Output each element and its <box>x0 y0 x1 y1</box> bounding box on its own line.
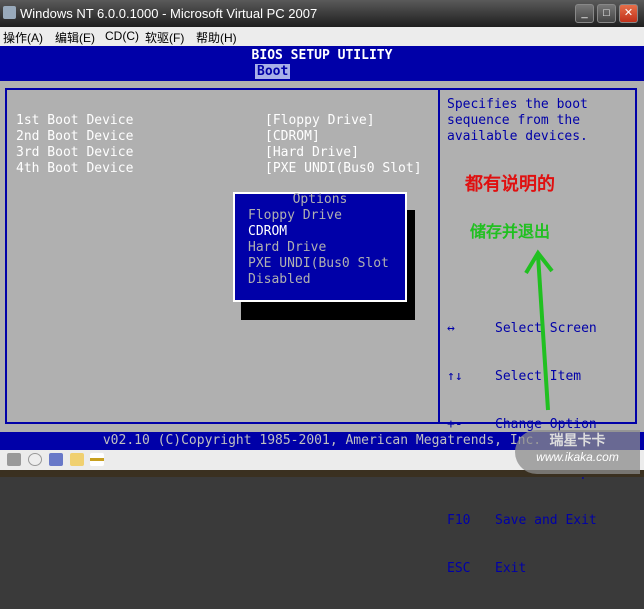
minimize-button[interactable]: _ <box>575 4 594 23</box>
boot-device-label[interactable]: 1st Boot Device <box>16 113 133 128</box>
key-desc: Exit <box>495 561 527 576</box>
watermark-url: www.ikaka.com <box>536 450 619 464</box>
boot-device-label[interactable]: 2nd Boot Device <box>16 129 133 144</box>
cd-icon[interactable] <box>28 453 42 466</box>
key: ↑↓ <box>447 369 463 384</box>
menu-bar: 操作(A) 编辑(E) CD(C) 软驱(F) 帮助(H) <box>0 27 644 46</box>
watermark-brand: 瑞星卡卡 <box>549 432 606 448</box>
bios-title: BIOS SETUP UTILITY <box>251 48 393 63</box>
key: ↔ <box>447 321 455 336</box>
key: F10 <box>447 513 471 528</box>
option-item[interactable]: Floppy Drive <box>248 208 342 223</box>
options-popup[interactable]: Options Floppy Drive CDROM Hard Drive PX… <box>233 192 407 302</box>
annotation-red: 都有说明的 <box>465 174 555 195</box>
menu-edit[interactable]: 编辑(E) <box>55 29 95 46</box>
option-item[interactable]: Hard Drive <box>248 240 326 255</box>
option-item-selected[interactable]: CDROM <box>248 224 287 239</box>
app-icon <box>3 6 16 19</box>
options-title: Options <box>292 192 348 207</box>
option-item[interactable]: Disabled <box>248 272 311 287</box>
key-desc: Save and Exit <box>495 513 597 528</box>
boot-device-value[interactable]: [Hard Drive] <box>265 145 359 160</box>
annotation-green: 储存并退出 <box>470 222 551 241</box>
boot-device-value[interactable]: [PXE UNDI(Bus0 Slot] <box>265 161 422 176</box>
menu-action[interactable]: 操作(A) <box>3 29 43 46</box>
watermark: 瑞星卡卡 www.ikaka.com <box>515 430 640 474</box>
boot-device-value[interactable]: [CDROM] <box>265 129 320 144</box>
key: ESC <box>447 561 471 576</box>
divider <box>438 90 440 422</box>
title-bar: Windows NT 6.0.0.1000 - Microsoft Virtua… <box>0 0 644 27</box>
menu-floppy[interactable]: 软驱(F) <box>145 29 184 46</box>
maximize-button[interactable]: □ <box>597 4 616 23</box>
key: +- <box>447 417 463 432</box>
floppy-icon[interactable] <box>49 453 63 466</box>
close-button[interactable]: ✕ <box>619 4 638 23</box>
network-icon[interactable] <box>90 453 104 466</box>
hard-disk-icon[interactable] <box>7 453 21 466</box>
help-text: Specifies the boot sequence from the ava… <box>447 97 588 144</box>
tab-boot[interactable]: Boot <box>255 64 291 79</box>
window-title: Windows NT 6.0.0.1000 - Microsoft Virtua… <box>20 6 318 21</box>
option-item[interactable]: PXE UNDI(Bus0 Slot <box>248 256 389 271</box>
boot-device-value[interactable]: [Floppy Drive] <box>265 113 375 128</box>
menu-help[interactable]: 帮助(H) <box>196 29 237 46</box>
menu-cd[interactable]: CD(C) <box>105 29 139 43</box>
folder-icon[interactable] <box>70 453 84 466</box>
arrow-icon <box>524 249 554 411</box>
boot-device-label[interactable]: 3rd Boot Device <box>16 145 133 160</box>
boot-device-label[interactable]: 4th Boot Device <box>16 161 133 176</box>
